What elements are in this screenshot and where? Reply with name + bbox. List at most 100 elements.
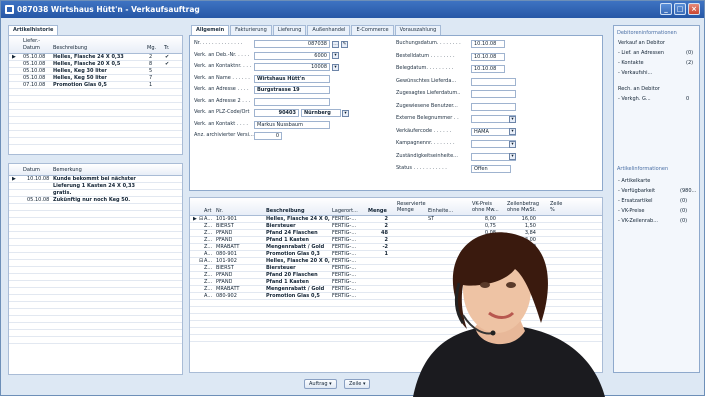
line-type: A...	[204, 216, 213, 222]
note-row[interactable]: ▶ 10.10.08 Kunde bekommt bei nächster	[9, 176, 182, 183]
dropdown-icon[interactable]: ▾	[509, 115, 516, 123]
form-field[interactable]: 0	[254, 132, 282, 140]
note-empty-row	[9, 288, 182, 295]
artikel-link[interactable]: - Verfügbarkeit	[618, 188, 655, 195]
line-type: A...	[204, 251, 213, 257]
history-row[interactable]: 07.10.08 Promotion Glas 0,5 1	[9, 82, 182, 89]
debitor-link[interactable]: - Lief. an Adressen	[618, 50, 664, 57]
line-unit: ST	[428, 216, 435, 222]
form-field[interactable]: Wirtshaus Hütt'n	[254, 74, 330, 83]
line-description: Pfand 1 Kasten	[266, 237, 309, 243]
note-empty-row	[9, 218, 182, 225]
history-row[interactable]: 05.10.08 Helles, Flasche 20 X 0,5 8 ✔	[9, 61, 182, 68]
line-location: FERTIG-...	[332, 258, 357, 264]
history-row[interactable]: 05.10.08 Helles, Keg 50 liter 7	[9, 75, 182, 82]
line-nr: BIERST	[216, 265, 234, 271]
dropdown-icon[interactable]: ▾	[332, 63, 339, 71]
row-selector-icon: ▶	[193, 216, 197, 222]
line-location: FERTIG-...	[332, 223, 357, 229]
form-field[interactable]: Markus Nussbaum	[254, 120, 330, 129]
history-empty-row	[9, 103, 182, 110]
dropdown-icon[interactable]: ▾	[509, 140, 516, 148]
tab-ecommerce[interactable]: E-Commerce	[351, 25, 394, 35]
tab-vorauszahlung[interactable]: Vorauszahlung	[394, 25, 442, 35]
history-empty-row	[9, 89, 182, 96]
col-note-datum: Datum	[23, 167, 40, 173]
minimize-button[interactable]: _	[660, 3, 672, 15]
field-label: Verkäufercode . . . . . .	[396, 127, 452, 134]
form-field[interactable]: 087038	[254, 40, 330, 48]
history-row[interactable]: ▶ 05.10.08 Helles, Flasche 24 X 0,33 2 ✔	[9, 54, 182, 61]
form-field[interactable]	[471, 77, 516, 86]
tab-allgemein[interactable]: Allgemein	[191, 25, 230, 35]
note-row[interactable]: 05.10.08 Zukünftig nur noch Keg 50.	[9, 197, 182, 204]
artikel-link[interactable]: - Ersatzartikel	[618, 198, 653, 205]
form-field[interactable]: 10.10.08	[471, 52, 505, 61]
col-mg: Mg.	[147, 45, 157, 51]
form-field[interactable]	[254, 97, 330, 106]
artikel-link[interactable]: - Artikelkarte	[618, 178, 650, 185]
col-tr: Tr.	[164, 45, 170, 51]
window-title: 087038 Wirtshaus Hütt'n - Verkaufsauftra…	[17, 5, 200, 14]
form-field[interactable]: Offen	[471, 165, 511, 173]
artikel-link[interactable]: - VK-Preise	[618, 208, 644, 215]
maximize-button[interactable]: □	[674, 3, 686, 15]
field-label: Status . . . . . . . . . . .	[396, 165, 447, 171]
note-empty-row	[9, 316, 182, 323]
edit-icon[interactable]: ✎	[341, 40, 348, 48]
note-empty-row	[9, 260, 182, 267]
form-field[interactable]: 10008	[254, 63, 330, 71]
form-field[interactable]: 6000	[254, 51, 330, 60]
order-line-row[interactable]: ▶ ⊟ A... 101-901 Helles, Flasche 24 X 0,33 FE…	[190, 216, 602, 223]
history-date: 05.10.08	[23, 75, 46, 81]
tab-fakturierung[interactable]: Fakturierung	[230, 25, 272, 35]
dropdown-icon[interactable]: ▾	[509, 128, 516, 135]
close-button[interactable]: ×	[688, 3, 700, 15]
note-date: 05.10.08	[27, 197, 50, 203]
tab-auenhandel[interactable]: Außenhandel	[307, 25, 351, 35]
assist-edit-icon[interactable]: …	[332, 40, 339, 48]
artikel-link[interactable]: - VK-Zeilenrab...	[618, 218, 658, 225]
debitor-link[interactable]: - Verkaufshi...	[618, 70, 652, 77]
debitor-link[interactable]: Rech. an Debitor	[618, 86, 660, 93]
form-field[interactable]: 10.10.08	[471, 40, 505, 48]
note-text: gratis.	[53, 190, 72, 196]
line-quantity: 2	[384, 237, 388, 243]
line-type: Z...	[204, 272, 213, 278]
form-field[interactable]	[471, 90, 516, 98]
debitor-link[interactable]: - Verkgh. G...	[618, 96, 651, 103]
auftrag-button[interactable]: Auftrag ▾	[304, 379, 337, 389]
line-nr: PFAND	[216, 279, 233, 285]
line-location: FERTIG-...	[332, 293, 357, 299]
line-type: Z...	[204, 223, 213, 229]
line-nr: PFAND	[216, 230, 233, 236]
col-datum: Datum	[23, 45, 40, 51]
artikel-count: (0)	[680, 218, 688, 224]
line-description: Helles, Flasche 24 X 0,33	[266, 216, 330, 222]
debitor-link[interactable]: - Kontakte	[618, 60, 644, 67]
form-field[interactable]: Burgstrasse 19	[254, 86, 330, 94]
line-description: Promotion Glas 0,3	[266, 251, 320, 257]
dropdown-icon[interactable]: ▾	[332, 52, 339, 59]
form-field[interactable]	[471, 102, 516, 111]
city-field[interactable]: Nürnberg	[301, 109, 341, 117]
note-row[interactable]: Lieferung 1 Kasten 24 X 0,33	[9, 183, 182, 190]
row-selector-icon: ▶	[12, 176, 16, 182]
dropdown-icon[interactable]: ▾	[342, 109, 349, 117]
history-row[interactable]: 05.10.08 Helles, Keg 30 liter 5	[9, 68, 182, 75]
dropdown-icon[interactable]: ▾	[509, 153, 516, 160]
note-empty-row	[9, 281, 182, 288]
field-label: Verk. an Kontaktnr. . . .	[194, 63, 252, 69]
form-field[interactable]: 10.10.08	[471, 65, 505, 73]
note-row[interactable]: gratis.	[9, 190, 182, 197]
tab-artikelhistorie[interactable]: Artikelhistorie	[8, 25, 59, 35]
plz-field[interactable]: 90403	[254, 109, 299, 117]
debitor-link[interactable]: Verkauf an Debitor	[618, 40, 665, 47]
note-empty-row	[9, 295, 182, 302]
tab-lieferung[interactable]: Lieferung	[272, 25, 307, 35]
article-history-grid: Liefer.- Datum Beschreibung Mg. Tr. ▶ 05.…	[8, 35, 183, 155]
line-type: Z...	[204, 230, 213, 236]
zeile-button[interactable]: Zeile ▾	[344, 379, 371, 389]
line-quantity: 2	[384, 216, 388, 222]
line-unit-price: 8,00	[484, 216, 496, 222]
